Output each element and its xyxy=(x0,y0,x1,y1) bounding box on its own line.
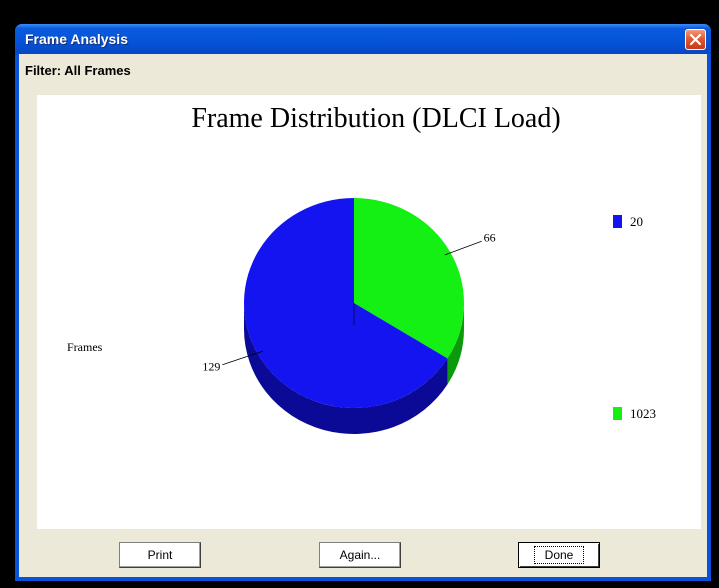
again-button-label: Again... xyxy=(339,548,381,562)
legend-label-20: 20 xyxy=(630,214,643,229)
value-leader-line-1023 xyxy=(444,240,482,256)
window-title: Frame Analysis xyxy=(25,31,128,47)
print-button[interactable]: Print xyxy=(119,542,201,568)
dialog-client-area: Filter: All Frames Frame Distribution (D… xyxy=(19,54,707,577)
close-button[interactable] xyxy=(685,29,706,50)
legend-swatch-20 xyxy=(613,215,622,228)
pie-slices: 66 129 xyxy=(202,198,496,434)
legend-swatch-1023 xyxy=(613,407,622,420)
legend-label-1023: 1023 xyxy=(630,406,656,421)
frame-analysis-window: Frame Analysis Filter: All Frames Frame … xyxy=(15,24,711,581)
title-bar[interactable]: Frame Analysis xyxy=(15,24,711,54)
close-icon xyxy=(689,33,702,46)
again-button[interactable]: Again... xyxy=(319,542,401,568)
chart-title: Frame Distribution (DLCI Load) xyxy=(191,103,560,134)
chart-y-axis-label: Frames xyxy=(67,340,103,354)
chart-area: Frame Distribution (DLCI Load) Frames 66… xyxy=(37,95,701,529)
pie-chart: Frame Distribution (DLCI Load) Frames 66… xyxy=(67,103,656,434)
value-label-1023: 66 xyxy=(484,230,496,244)
filter-label: Filter: All Frames xyxy=(25,63,131,78)
chart-legend: 20 1023 xyxy=(613,214,656,421)
value-label-20: 129 xyxy=(202,360,220,374)
done-button[interactable]: Done xyxy=(518,542,600,568)
done-button-label: Done xyxy=(533,546,585,564)
print-button-label: Print xyxy=(147,548,173,562)
